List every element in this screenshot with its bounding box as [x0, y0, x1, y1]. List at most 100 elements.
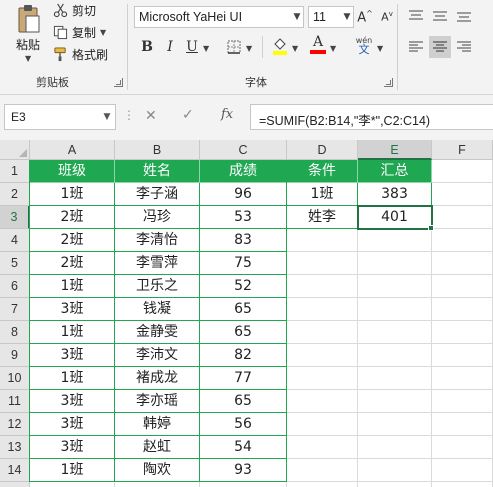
column-header-f[interactable]: F — [432, 140, 493, 160]
cell-b12[interactable]: 韩婷 — [115, 413, 200, 436]
font-dialog-launcher-icon[interactable] — [384, 78, 393, 87]
cell-a13[interactable]: 3班 — [30, 436, 115, 459]
cell-a12[interactable]: 3班 — [30, 413, 115, 436]
cell-a3[interactable]: 2班 — [30, 206, 115, 229]
font-color-button[interactable]: A — [308, 35, 328, 55]
cell-c7[interactable]: 65 — [200, 298, 287, 321]
cell-b5[interactable]: 李雪萍 — [115, 252, 200, 275]
cell-b8[interactable]: 金静雯 — [115, 321, 200, 344]
cell-c6[interactable]: 52 — [200, 275, 287, 298]
cell-a9[interactable]: 3班 — [30, 344, 115, 367]
cell-b15[interactable] — [115, 482, 200, 487]
increase-font-size-button[interactable]: A^ — [355, 7, 375, 27]
copy-button[interactable]: 复制 ▼ — [53, 22, 106, 42]
cell-f7[interactable] — [432, 298, 493, 321]
cell-b2[interactable]: 李子涵 — [115, 183, 200, 206]
bottom-align-button[interactable] — [454, 6, 474, 26]
cell-b10[interactable]: 褚成龙 — [115, 367, 200, 390]
cell-f15[interactable] — [432, 482, 493, 487]
cell-e5[interactable] — [358, 252, 432, 275]
cell-a8[interactable]: 1班 — [30, 321, 115, 344]
cell-e12[interactable] — [358, 413, 432, 436]
top-align-button[interactable] — [406, 6, 426, 26]
cell-c9[interactable]: 82 — [200, 344, 287, 367]
column-header-d[interactable]: D — [287, 140, 358, 160]
cell-a14[interactable]: 1班 — [30, 459, 115, 482]
row-header-15[interactable]: 15 — [0, 482, 30, 487]
cell-c2[interactable]: 96 — [200, 183, 287, 206]
cell-d9[interactable] — [287, 344, 358, 367]
underline-button[interactable]: U — [182, 37, 202, 57]
chevron-down-icon[interactable]: ▼ — [100, 104, 114, 130]
cell-e1[interactable]: 汇总 — [358, 160, 432, 183]
column-header-b[interactable]: B — [115, 140, 200, 160]
chevron-down-icon[interactable]: ▼ — [330, 44, 336, 53]
cut-button[interactable]: 剪切 — [53, 0, 96, 20]
check-icon[interactable]: ✓ — [182, 107, 194, 123]
cell-e9[interactable] — [358, 344, 432, 367]
cell-a1[interactable]: 班级 — [30, 160, 115, 183]
cell-f10[interactable] — [432, 367, 493, 390]
cell-e15[interactable] — [358, 482, 432, 487]
cell-d10[interactable] — [287, 367, 358, 390]
cell-e3[interactable]: 401 — [358, 206, 432, 229]
cell-d2[interactable]: 1班 — [287, 183, 358, 206]
row-header-5[interactable]: 5 — [0, 252, 30, 275]
chevron-down-icon[interactable]: ▼ — [100, 28, 106, 37]
row-header-1[interactable]: 1 — [0, 160, 30, 183]
cell-c5[interactable]: 75 — [200, 252, 287, 275]
middle-align-button[interactable] — [430, 6, 450, 26]
row-header-3[interactable]: 3 — [0, 206, 30, 229]
cell-d1[interactable]: 条件 — [287, 160, 358, 183]
spreadsheet-grid[interactable]: ABCDEF 123456789101112131415 班级姓名成绩条件汇总1… — [0, 140, 493, 487]
cell-f6[interactable] — [432, 275, 493, 298]
decrease-font-size-button[interactable]: Av — [377, 7, 397, 27]
cell-a15[interactable] — [30, 482, 115, 487]
cell-b6[interactable]: 卫乐之 — [115, 275, 200, 298]
chevron-down-icon[interactable]: ▼ — [246, 44, 252, 53]
cell-b4[interactable]: 李清怡 — [115, 229, 200, 252]
row-header-8[interactable]: 8 — [0, 321, 30, 344]
formula-input[interactable]: =SUMIF(B2:B14,"李*",C2:C14) — [250, 104, 493, 130]
cell-d15[interactable] — [287, 482, 358, 487]
cell-a10[interactable]: 1班 — [30, 367, 115, 390]
row-header-11[interactable]: 11 — [0, 390, 30, 413]
cell-d11[interactable] — [287, 390, 358, 413]
cell-e13[interactable] — [358, 436, 432, 459]
column-header-c[interactable]: C — [200, 140, 287, 160]
cell-c4[interactable]: 83 — [200, 229, 287, 252]
cancel-icon[interactable]: ✕ — [145, 108, 157, 124]
borders-button[interactable] — [224, 37, 244, 57]
cell-d5[interactable] — [287, 252, 358, 275]
cell-b14[interactable]: 陶欢 — [115, 459, 200, 482]
cell-b7[interactable]: 钱凝 — [115, 298, 200, 321]
cell-d8[interactable] — [287, 321, 358, 344]
cell-f2[interactable] — [432, 183, 493, 206]
cell-c10[interactable]: 77 — [200, 367, 287, 390]
cell-f14[interactable] — [432, 459, 493, 482]
chevron-down-icon[interactable]: ▼ — [340, 6, 354, 28]
cell-b13[interactable]: 赵虹 — [115, 436, 200, 459]
paste-button[interactable]: 粘贴 ▼ — [8, 2, 52, 66]
column-header-a[interactable]: A — [30, 140, 115, 160]
select-all-button[interactable] — [0, 140, 30, 160]
align-right-button[interactable] — [454, 37, 474, 57]
cell-c11[interactable]: 65 — [200, 390, 287, 413]
fill-handle[interactable] — [428, 225, 434, 231]
phonetic-guide-button[interactable]: wén 文 — [354, 35, 374, 55]
cell-b9[interactable]: 李沛文 — [115, 344, 200, 367]
cell-c15[interactable] — [200, 482, 287, 487]
cell-f4[interactable] — [432, 229, 493, 252]
align-center-button[interactable] — [429, 36, 451, 58]
row-header-6[interactable]: 6 — [0, 275, 30, 298]
row-header-14[interactable]: 14 — [0, 459, 30, 482]
cell-a7[interactable]: 3班 — [30, 298, 115, 321]
cell-f11[interactable] — [432, 390, 493, 413]
column-header-e[interactable]: E — [358, 140, 432, 160]
row-header-4[interactable]: 4 — [0, 229, 30, 252]
cell-c3[interactable]: 53 — [200, 206, 287, 229]
cell-b1[interactable]: 姓名 — [115, 160, 200, 183]
cell-e4[interactable] — [358, 229, 432, 252]
cell-b3[interactable]: 冯珍 — [115, 206, 200, 229]
cell-b11[interactable]: 李亦瑶 — [115, 390, 200, 413]
